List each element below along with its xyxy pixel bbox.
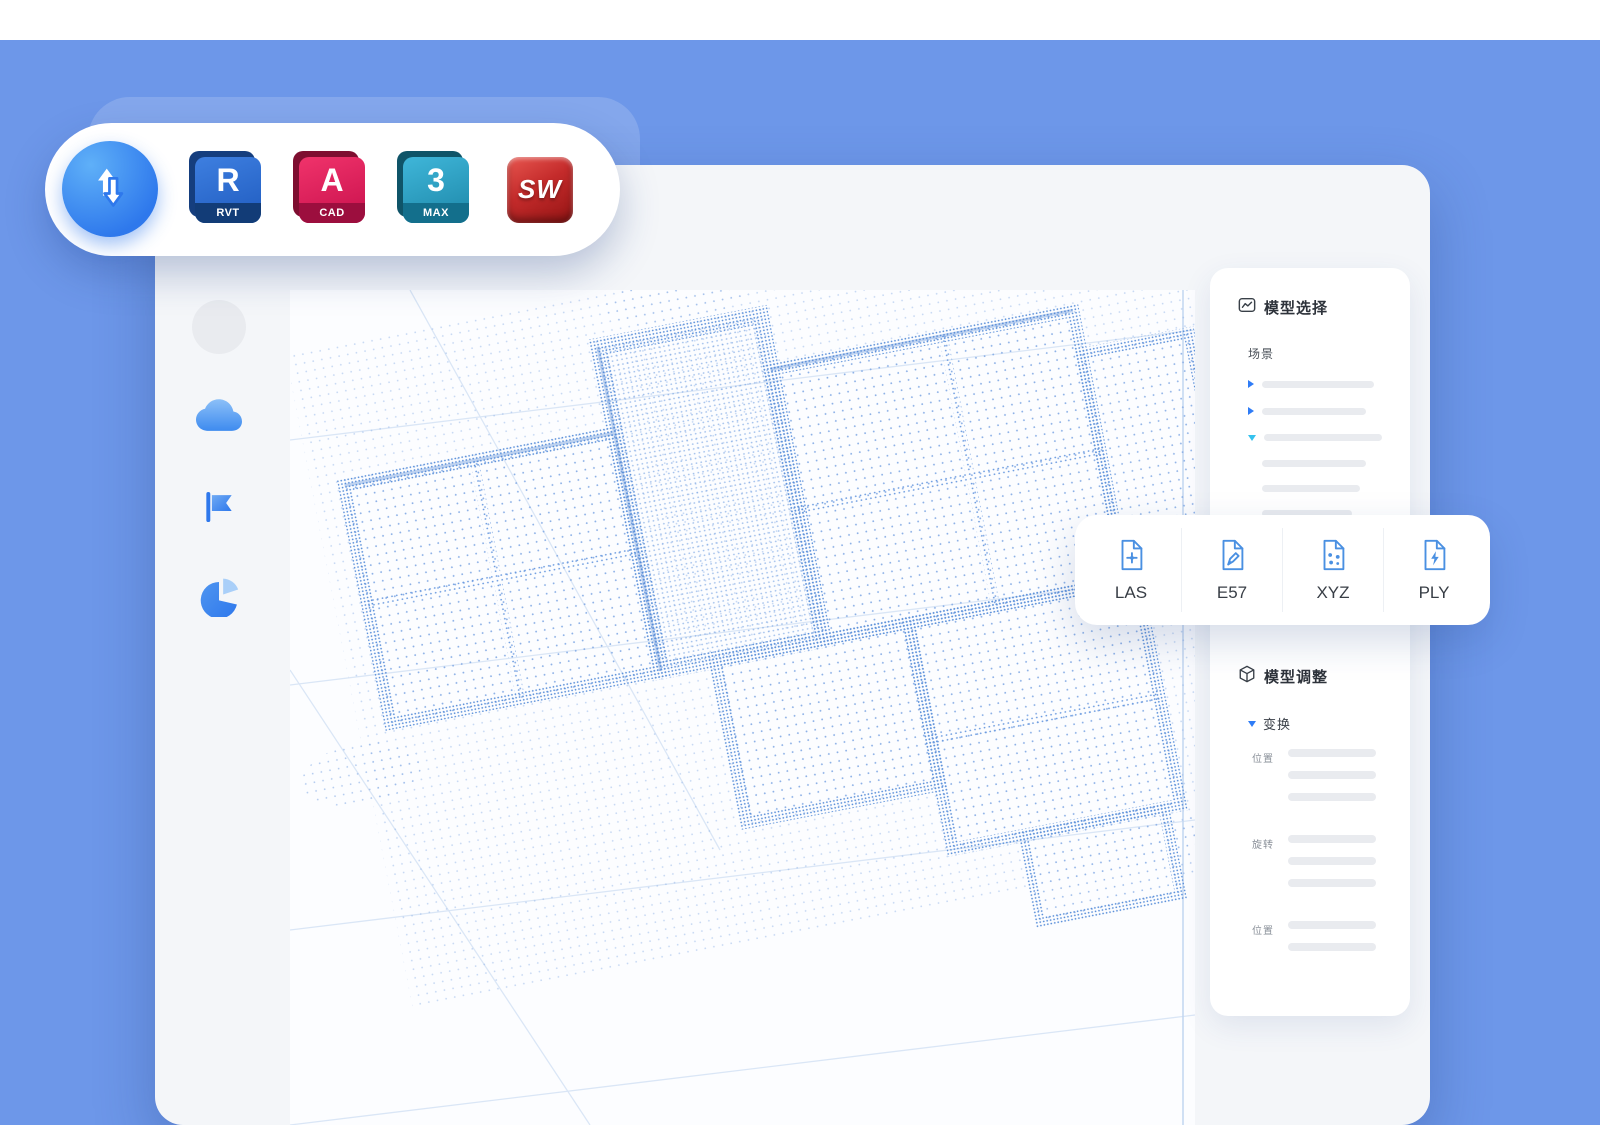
- model-adjust-section: 模型调整 变换 位置 旋转: [1238, 665, 1392, 965]
- collapse-arrow-icon[interactable]: [1248, 435, 1256, 441]
- panel-title: 模型调整: [1264, 666, 1328, 687]
- import-export-pill: R RVT A CAD 3 MAX SW: [45, 123, 620, 256]
- revit-letter: R: [195, 157, 261, 203]
- revit-badge: RVT: [195, 203, 261, 223]
- position-group-2: 位置: [1252, 921, 1392, 965]
- skeleton-bar: [1288, 793, 1376, 801]
- scene-tree-item[interactable]: [1248, 407, 1392, 415]
- expand-arrow-icon[interactable]: [1248, 380, 1254, 388]
- properties-panel: 模型选择 场景: [1210, 268, 1410, 1016]
- viewport-3d[interactable]: [290, 290, 1195, 1125]
- stats-button[interactable]: [192, 572, 246, 626]
- solidworks-letters: SW: [518, 174, 562, 205]
- xyz-file-icon: [1316, 538, 1350, 577]
- collapse-arrow-icon[interactable]: [1248, 721, 1256, 727]
- model-select-header: 模型选择: [1238, 296, 1392, 319]
- cloud-icon: [196, 398, 242, 437]
- format-xyz[interactable]: XYZ: [1282, 528, 1383, 612]
- skeleton-bar: [1288, 879, 1376, 887]
- panel-title: 模型选择: [1264, 297, 1328, 318]
- format-label: XYZ: [1316, 583, 1349, 603]
- format-ply[interactable]: PLY: [1383, 528, 1484, 612]
- avatar-placeholder-button[interactable]: [192, 300, 246, 354]
- format-e57[interactable]: E57: [1181, 528, 1282, 612]
- icon-face: 3 MAX: [403, 157, 469, 223]
- expand-arrow-icon[interactable]: [1248, 407, 1254, 415]
- group-fields: [1288, 835, 1376, 901]
- autocad-app-icon[interactable]: A CAD: [299, 157, 365, 223]
- solidworks-app-icon[interactable]: SW: [507, 157, 573, 223]
- 3dsmax-app-icon[interactable]: 3 MAX: [403, 157, 469, 223]
- skeleton-bar: [1262, 460, 1366, 467]
- rotation-group: 旋转: [1252, 835, 1392, 901]
- skeleton-bar: [1288, 749, 1376, 757]
- skeleton-bar: [1288, 857, 1376, 865]
- flag-button[interactable]: [192, 482, 246, 536]
- model-select-icon: [1238, 296, 1256, 319]
- flag-icon: [200, 488, 238, 531]
- icon-face: A CAD: [299, 157, 365, 223]
- 3dsmax-letter: 3: [403, 157, 469, 203]
- skeleton-bar: [1264, 434, 1382, 441]
- skeleton-bar: [1288, 921, 1376, 929]
- top-strip: [0, 0, 1600, 40]
- app-window: 模型选择 场景: [155, 165, 1430, 1125]
- transform-label: 变换: [1263, 714, 1291, 733]
- scene-label: 场景: [1248, 345, 1392, 362]
- file-format-card: LAS E57 XYZ: [1075, 515, 1490, 625]
- group-fields: [1288, 749, 1376, 815]
- group-label: 位置: [1252, 749, 1288, 815]
- e57-file-icon: [1215, 538, 1249, 577]
- transform-group-toggle[interactable]: 变换: [1248, 714, 1392, 733]
- scene-tree-item[interactable]: [1248, 380, 1392, 388]
- autocad-letter: A: [299, 157, 365, 203]
- scene-tree-item[interactable]: [1248, 434, 1392, 441]
- skeleton-bar: [1288, 835, 1376, 843]
- skeleton-bar: [1288, 943, 1376, 951]
- 3dsmax-badge: MAX: [403, 203, 469, 223]
- group-fields: [1288, 921, 1376, 965]
- cloud-upload-button[interactable]: [192, 390, 246, 444]
- autocad-badge: CAD: [299, 203, 365, 223]
- skeleton-bar: [1262, 485, 1360, 492]
- pie-chart-icon: [199, 577, 239, 622]
- icon-face: R RVT: [195, 157, 261, 223]
- format-las[interactable]: LAS: [1081, 528, 1181, 612]
- group-label: 位置: [1252, 921, 1288, 965]
- point-cloud-scene: [290, 290, 1195, 1125]
- format-label: PLY: [1419, 583, 1450, 603]
- ply-file-icon: [1417, 538, 1451, 577]
- las-file-icon: [1114, 538, 1148, 577]
- skeleton-bar: [1288, 771, 1376, 779]
- skeleton-bar: [1262, 408, 1366, 415]
- model-adjust-icon: [1238, 665, 1256, 688]
- transfer-button[interactable]: [62, 141, 158, 237]
- revit-app-icon[interactable]: R RVT: [195, 157, 261, 223]
- point-cloud-building: [290, 290, 1195, 1055]
- format-label: E57: [1217, 583, 1247, 603]
- position-group: 位置: [1252, 749, 1392, 815]
- skeleton-bar: [1262, 381, 1374, 388]
- model-adjust-header: 模型调整: [1238, 665, 1392, 688]
- group-label: 旋转: [1252, 835, 1288, 901]
- arrows-up-down-icon: [84, 161, 136, 218]
- app-icon-row: R RVT A CAD 3 MAX SW: [195, 157, 573, 223]
- scene-sub-items: [1262, 460, 1392, 517]
- format-label: LAS: [1115, 583, 1147, 603]
